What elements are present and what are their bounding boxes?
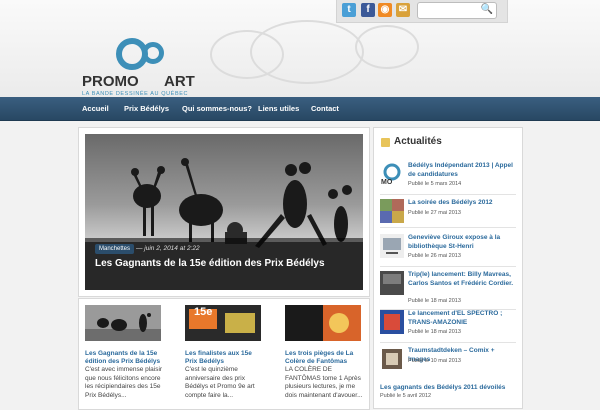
news-title[interactable]: Bédélys Indépendant 2013 | Appel de cand… [408,162,518,179]
news-thumbnail[interactable] [380,310,404,334]
nav-item-prix-bedelys[interactable]: Prix Bédélys [124,97,169,120]
divider [380,227,516,228]
twitter-icon[interactable]: t [342,3,356,17]
news-title[interactable]: Les gagnants des Bédélys 2011 dévoilés [380,384,505,391]
post-card[interactable]: Les trois pièges de La Colère de Fantôma… [285,305,363,400]
sidebar-title: Actualités [394,136,442,147]
thumbnail-badge: 15e [194,306,213,318]
news-thumbnail[interactable] [380,234,404,258]
news-date: Publié le 18 mai 2013 [408,298,461,304]
divider [380,342,516,343]
speech-bubble-decoration [355,25,419,69]
news-date: Publié le 26 mai 2013 [408,253,461,259]
post-excerpt: C'est avec immense plaisir que nous féli… [85,366,163,399]
logo-word: PROMO [82,73,139,90]
nav-item-accueil[interactable]: Accueil [82,97,109,120]
search-box: 🔍 [417,2,497,21]
svg-text:MO: MO [381,179,393,186]
news-date: Publié le 10 mai 2013 [408,358,461,364]
rss-icon[interactable]: ◉ [378,3,392,17]
nav-item-liens-utiles[interactable]: Liens utiles [258,97,299,120]
post-excerpt: LA COLÈRE DE FANTÔMAS tome 1 Après plusi… [285,366,363,399]
search-input[interactable] [418,5,484,21]
news-title[interactable]: Le lancement d'EL SPECTRO ; TRANS-AMAZON… [408,310,518,327]
divider [380,266,516,267]
category-tag[interactable]: Manchettes [95,244,135,254]
news-thumbnail[interactable] [380,199,404,223]
news-date: Publié le 5 avril 2012 [380,393,432,399]
news-date: Publié le 5 mars 2014 [408,181,462,187]
search-icon[interactable]: 🔍 [481,4,493,15]
post-excerpt: C'est le quinzième anniversaire des prix… [185,366,255,399]
post-card[interactable]: Les finalistes aux 15e Prix Bédélys C'es… [185,305,263,400]
recent-posts: Les Gagnants de la 15e édition des Prix … [78,298,370,410]
post-thumbnail[interactable] [85,305,161,341]
logo-art: ART [164,73,195,90]
featured-slide[interactable]: Manchettes — juin 2, 2014 at 2:22 Les Ga… [85,134,363,290]
news-date: Publié le 18 mai 2013 [408,329,461,335]
news-title[interactable]: Geneviève Giroux expose à la bibliothèqu… [408,234,518,251]
post-title[interactable]: Les trois pièges de La Colère de Fantôma… [285,350,363,366]
speech-bubble-decoration [250,20,364,84]
note-icon [381,138,390,147]
divider [380,194,516,195]
news-sidebar: Actualités MO Bédélys Indépendant 2013 |… [373,127,523,409]
post-title[interactable]: Les Gagnants de la 15e édition des Prix … [85,350,163,366]
logo-ring [142,42,164,64]
featured-panel: Manchettes — juin 2, 2014 at 2:22 Les Ga… [78,127,370,297]
nav-item-contact[interactable]: Contact [311,97,339,120]
news-title[interactable]: La soirée des Bédélys 2012 [408,199,518,208]
post-thumbnail[interactable] [285,305,361,341]
main-nav: Accueil Prix Bédélys Qui sommes-nous? Li… [0,97,600,121]
email-icon[interactable]: ✉ [396,3,410,17]
featured-title[interactable]: Les Gagnants de la 15e édition des Prix … [95,258,325,269]
news-thumbnail[interactable] [380,271,404,295]
post-card[interactable]: Les Gagnants de la 15e édition des Prix … [85,305,163,400]
site-logo[interactable]: PROMO ART LA BANDE DESSINÉE AU QUÉBEC [82,38,200,98]
news-title[interactable]: Trip(le) lancement: Billy Mavreas, Carlo… [408,271,518,288]
news-date: Publié le 27 mai 2013 [408,210,461,216]
nav-item-qui-sommes-nous[interactable]: Qui sommes-nous? [182,97,252,120]
post-title[interactable]: Les finalistes aux 15e Prix Bédélys [185,350,263,366]
news-thumbnail[interactable] [380,347,404,371]
post-date: — juin 2, 2014 at 2:22 [136,245,200,252]
news-thumbnail[interactable]: MO [380,162,404,186]
facebook-icon[interactable]: f [361,3,375,17]
